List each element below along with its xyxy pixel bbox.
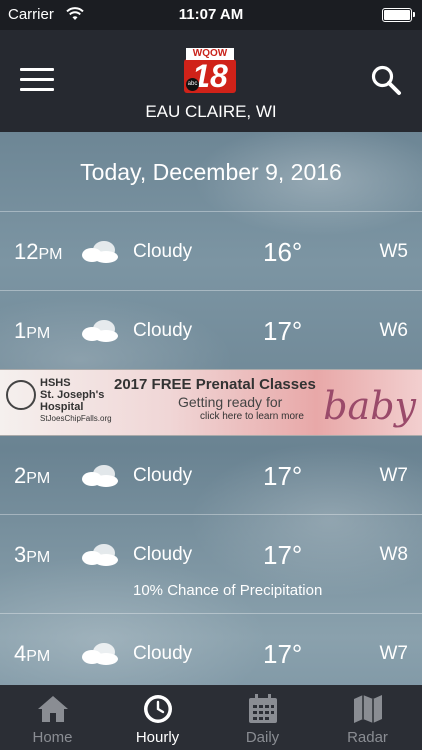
hamburger-line <box>20 88 54 91</box>
hour-wind: W8 <box>379 544 409 565</box>
cloud-icon <box>82 643 118 665</box>
cloud-icon <box>82 465 118 487</box>
tab-hourly[interactable]: Hourly <box>105 685 210 750</box>
ad-script-text: baby <box>323 384 416 428</box>
home-icon <box>38 696 68 722</box>
hospital-logo-icon <box>6 380 36 410</box>
tab-radar[interactable]: Radar <box>315 685 420 750</box>
hamburger-line <box>20 78 54 81</box>
hour-temperature: 17° <box>263 316 303 346</box>
tab-label: Hourly <box>135 729 180 746</box>
hour-row[interactable]: 3PM Cloudy 17° W8 10% Chance of Precipit… <box>0 515 422 614</box>
hour-temperature: 17° <box>263 461 303 491</box>
hour-row[interactable]: 1PM Cloudy 17° W6 <box>0 291 422 369</box>
hamburger-line <box>20 68 54 71</box>
ad-subheadline: Getting ready for <box>178 394 283 410</box>
ad-url: StJoesChipFalls.org <box>40 414 112 423</box>
hour-time: 2PM <box>14 463 51 488</box>
app-header: 18 WQOW abc EAU CLAIRE, WI <box>0 30 422 132</box>
ad-headline: 2017 FREE Prenatal Classes <box>114 376 316 393</box>
menu-button[interactable] <box>20 68 54 94</box>
logo-callsign: WQOW <box>186 48 234 60</box>
hour-temperature: 17° <box>263 639 303 669</box>
search-icon[interactable] <box>370 64 402 96</box>
hour-time: 3PM <box>14 542 51 567</box>
tab-home[interactable]: Home <box>0 685 105 750</box>
tab-label: Home <box>32 729 73 746</box>
hour-condition: Cloudy <box>133 643 193 664</box>
hour-temperature: 16° <box>263 237 303 267</box>
tab-daily[interactable]: Daily <box>210 685 315 750</box>
tab-label: Radar <box>347 729 388 746</box>
hour-precipitation: 10% Chance of Precipitation <box>133 582 323 599</box>
battery-icon <box>382 8 415 22</box>
hour-wind: W5 <box>379 241 409 262</box>
tab-label: Daily <box>245 729 280 746</box>
hour-wind: W7 <box>379 465 409 486</box>
hour-row[interactable]: 4PM Cloudy 17° W7 <box>0 614 422 685</box>
status-bar: Carrier 11:07 AM <box>0 0 422 30</box>
tab-bar: Home Hourly Daily Radar <box>0 685 422 750</box>
location-label[interactable]: EAU CLAIRE, WI <box>0 102 422 122</box>
ad-cta: click here to learn more <box>200 411 304 422</box>
status-time: 11:07 AM <box>178 6 244 23</box>
logo-network: abc <box>186 78 199 91</box>
hour-wind: W6 <box>379 320 409 341</box>
hour-row[interactable]: 2PM Cloudy 17° W7 <box>0 436 422 515</box>
ad-banner[interactable]: HSHS St. Joseph's Hospital StJoesChipFal… <box>0 369 422 436</box>
station-logo: 18 WQOW abc <box>184 44 236 96</box>
clock-icon <box>144 695 172 723</box>
hour-condition: Cloudy <box>133 320 193 341</box>
hour-row[interactable]: 12PM Cloudy 16° W5 <box>0 212 422 291</box>
cloud-icon <box>82 320 118 342</box>
date-heading: Today, December 9, 2016 <box>0 132 422 212</box>
hour-temperature: 17° <box>263 540 303 570</box>
cloud-icon <box>82 241 118 263</box>
calendar-icon <box>249 694 277 723</box>
map-icon <box>354 695 382 723</box>
hour-time: 1PM <box>14 318 51 343</box>
cloud-icon <box>82 544 118 566</box>
hour-time: 4PM <box>14 641 51 666</box>
hour-condition: Cloudy <box>133 241 193 262</box>
hour-wind: W7 <box>379 643 409 664</box>
hour-condition: Cloudy <box>133 465 193 486</box>
hour-condition: Cloudy <box>133 544 193 565</box>
ad-hospital-name: HSHS St. Joseph's Hospital <box>40 377 105 413</box>
hour-time: 12PM <box>14 239 63 264</box>
